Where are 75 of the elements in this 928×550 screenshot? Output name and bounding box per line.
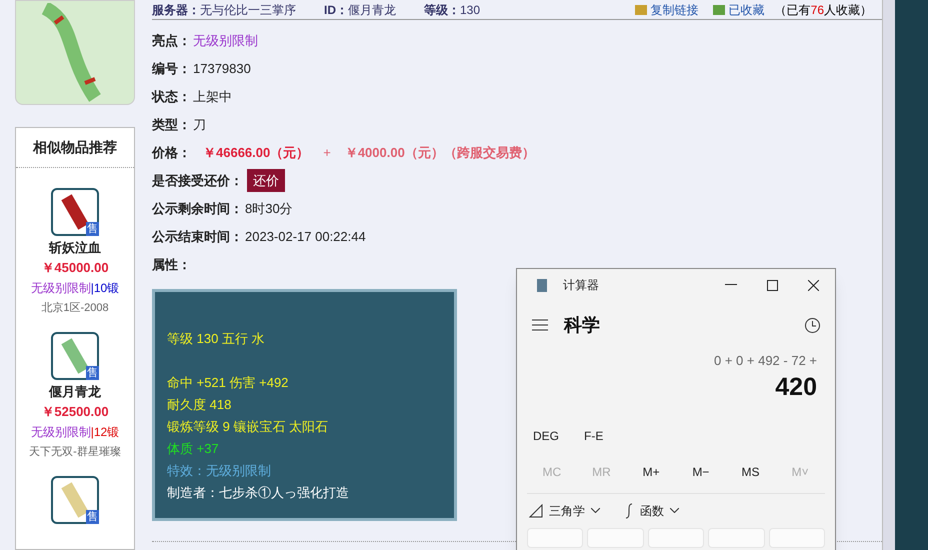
chevron-icon bbox=[670, 508, 679, 513]
mode-toggle[interactable]: DEG bbox=[533, 426, 560, 444]
item-name[interactable]: 斩妖泣血 bbox=[49, 238, 101, 258]
forge-level: |10锻 bbox=[90, 280, 120, 297]
minimize-icon[interactable] bbox=[725, 284, 737, 286]
favorited-link[interactable]: 已收藏 bbox=[728, 0, 765, 18]
field-label: ID： bbox=[324, 2, 348, 18]
chevron-icon bbox=[591, 508, 600, 513]
sale-badge: 售 bbox=[86, 510, 99, 524]
triangle-icon bbox=[529, 504, 543, 518]
dropdown-button[interactable]: 函数 bbox=[624, 502, 679, 520]
scrollbar[interactable] bbox=[882, 0, 895, 550]
field-value: 刀 bbox=[193, 116, 206, 134]
field-label: 编号： bbox=[152, 60, 191, 78]
field-value: 无级别限制 bbox=[193, 32, 258, 50]
history-icon[interactable] bbox=[804, 316, 821, 334]
field-value: 130 bbox=[460, 2, 480, 18]
sale-badge: 售 bbox=[86, 366, 99, 380]
field-label: 属性： bbox=[152, 256, 191, 274]
mode-toggle[interactable]: F-E bbox=[584, 426, 604, 444]
item-thumbnail[interactable]: 售 bbox=[50, 332, 99, 380]
memory-button[interactable]: M− bbox=[676, 462, 726, 480]
field-label: 等级： bbox=[424, 2, 460, 18]
attribute-line: 耐久度 418 bbox=[167, 396, 232, 414]
window-title: 计算器 bbox=[563, 277, 599, 294]
forge-level: |12锻 bbox=[90, 424, 120, 441]
item-tag: 无级别限制 bbox=[30, 422, 91, 442]
field-label: 公示结束时间： bbox=[152, 228, 243, 246]
item-server: 天下无双-群星璀璨 bbox=[29, 445, 121, 460]
close-icon[interactable] bbox=[808, 280, 819, 290]
favorite-count: （已有76人收藏） bbox=[774, 2, 872, 18]
memory-button[interactable]: M+ bbox=[626, 462, 676, 480]
field-value: 上架中 bbox=[193, 88, 232, 106]
item-name[interactable]: 偃月青龙 bbox=[48, 382, 101, 402]
field-value: 2023-02-17 00:22:44 bbox=[245, 228, 366, 246]
item-tag: 无级别限制 bbox=[30, 278, 91, 298]
attribute-line: 锻炼等级 9 镶嵌宝石 太阳石 bbox=[167, 418, 330, 436]
item-price: ￥45000.00 bbox=[41, 259, 109, 277]
panel-title: 相似物品推荐 bbox=[16, 128, 134, 168]
field-label: 服务器： bbox=[152, 2, 200, 18]
field-label: 价格： bbox=[152, 144, 191, 162]
field-label: 类型： bbox=[152, 116, 191, 134]
item-price: ￥52500.00 bbox=[41, 403, 109, 421]
memory-button[interactable]: MS bbox=[726, 462, 776, 480]
price-value: ￥46666.00（元） bbox=[203, 144, 310, 162]
attribute-line: 等级 130 五行 水 bbox=[167, 330, 266, 348]
plus-sign: + bbox=[323, 144, 331, 162]
mode-title: 科学 bbox=[564, 314, 600, 336]
attribute-line: 特效：无级别限制 bbox=[167, 462, 272, 480]
maximize-icon[interactable] bbox=[767, 280, 778, 290]
field-label: 状态： bbox=[152, 88, 191, 106]
attribute-line: 制造者：七步杀①人っ强化打造 bbox=[167, 484, 350, 502]
function-icon bbox=[624, 502, 634, 518]
item-thumbnail[interactable]: 售 bbox=[51, 188, 99, 236]
field-label: 是否接受还价： bbox=[152, 172, 243, 190]
field-label: 亮点： bbox=[152, 32, 191, 50]
favorite-icon bbox=[712, 4, 725, 14]
menu-icon[interactable] bbox=[532, 319, 548, 331]
field-value: 偃月青龙 bbox=[348, 2, 396, 18]
attribute-line: 命中 +521 伤害 +492 bbox=[167, 374, 290, 392]
field-value: 17379830 bbox=[193, 60, 251, 78]
counter-offer-button[interactable]: 还价 bbox=[247, 169, 285, 192]
fee-value: ￥4000.00（元）（跨服交易费） bbox=[344, 144, 535, 162]
expression-text: 0 + 0 + 492 - 72 + bbox=[713, 352, 818, 370]
link-icon bbox=[634, 4, 647, 14]
field-value: 无与伦比一三掌序 bbox=[200, 2, 296, 18]
field-label: 公示剩余时间： bbox=[152, 200, 243, 218]
attribute-line: 体质 +37 bbox=[167, 440, 220, 458]
copy-link[interactable]: 复制链接 bbox=[650, 0, 699, 18]
item-server: 北京1区-2008 bbox=[41, 300, 109, 316]
field-value: 8时30分 bbox=[245, 200, 293, 218]
dropdown-button[interactable]: 三角学 bbox=[529, 502, 600, 520]
item-thumbnail[interactable]: 售 bbox=[51, 476, 99, 524]
result-display: 420 bbox=[774, 372, 818, 402]
sale-badge: 售 bbox=[86, 222, 99, 236]
